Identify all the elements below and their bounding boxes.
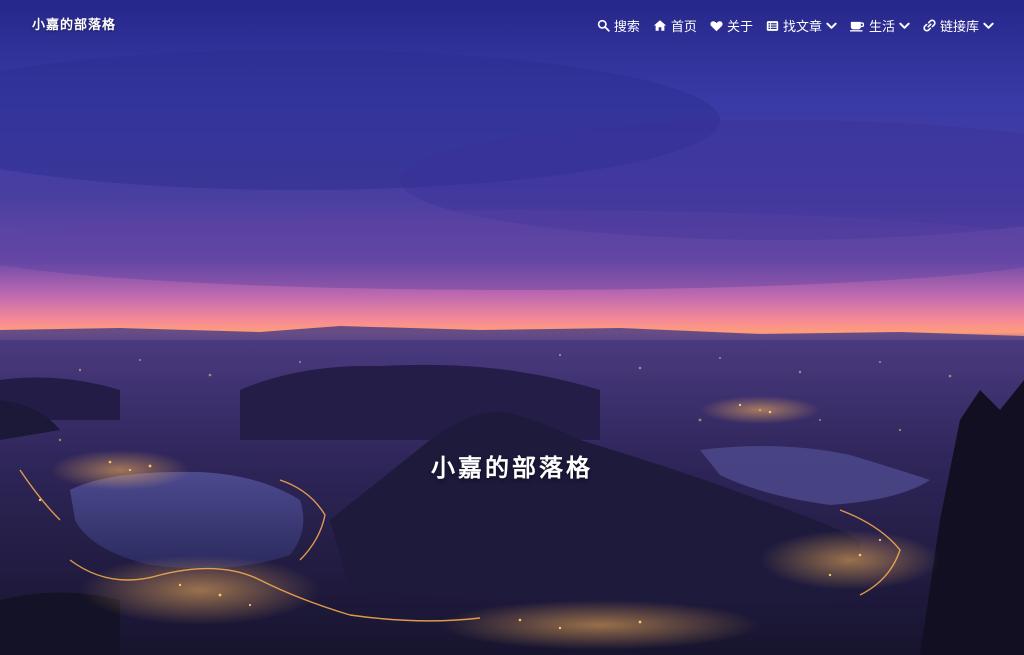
heart-icon [710,20,723,32]
top-navigation-bar: 小嘉的部落格 搜索 首页 关于 找文章 生活 链接库 [0,0,1024,52]
nav-articles-dropdown[interactable]: 找文章 [766,16,837,35]
nav-search[interactable]: 搜索 [597,16,640,35]
nav-links-label: 链接库 [939,20,979,35]
nav-about-label: 关于 [726,20,753,35]
search-icon [597,19,610,32]
nav-links-dropdown[interactable]: 链接库 [923,16,994,35]
list-icon [766,20,779,32]
nav-life-dropdown[interactable]: 生活 [849,16,910,35]
chevron-down-icon [826,22,837,30]
nav-home[interactable]: 首页 [653,16,697,35]
nav-about[interactable]: 关于 [710,16,753,35]
site-brand-link[interactable]: 小嘉的部落格 [32,14,116,33]
nav-life-label: 生活 [868,20,895,35]
coffee-icon [849,20,865,32]
chevron-down-icon [899,22,910,30]
hero-title: 小嘉的部落格 [431,453,593,482]
home-icon [653,19,667,32]
hero-background-image [0,0,1024,655]
link-icon [923,19,936,32]
chevron-down-icon [983,22,994,30]
nav-search-label: 搜索 [613,20,640,35]
nav-home-label: 首页 [670,20,697,35]
nav-articles-label: 找文章 [782,20,822,35]
main-nav: 搜索 首页 关于 找文章 生活 链接库 [597,16,994,35]
